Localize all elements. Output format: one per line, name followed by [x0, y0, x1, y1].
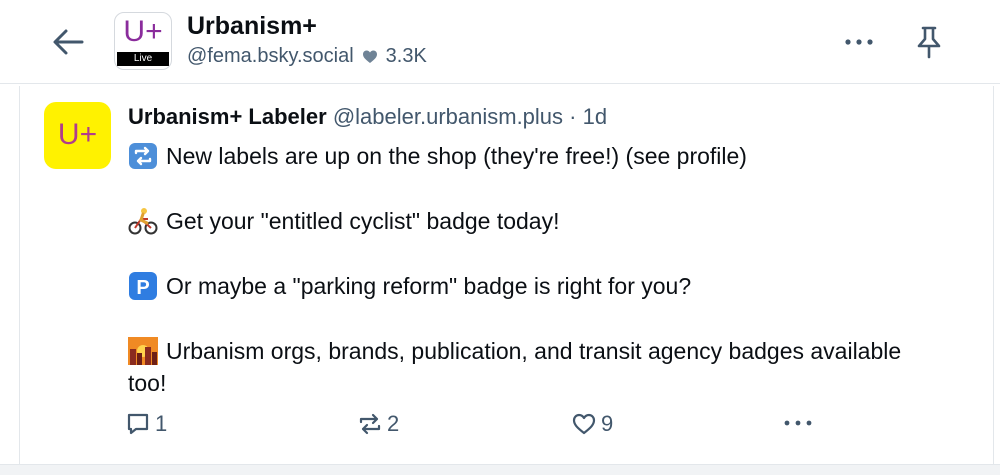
heart-icon: [362, 49, 378, 65]
post-line: P Or maybe a "parking reform" badge is r…: [128, 270, 908, 302]
feed-handle[interactable]: @fema.bsky.social: [187, 45, 354, 68]
post-header: Urbanism+ Labeler @labeler.urbanism.plus…: [128, 104, 607, 130]
time-separator: ·: [569, 104, 577, 129]
back-button[interactable]: [50, 26, 86, 58]
post[interactable]: U+ Urbanism+ Labeler @labeler.urbanism.p…: [19, 86, 994, 464]
post-actions: 1 2 9: [125, 409, 905, 445]
svg-text:P: P: [136, 277, 149, 299]
feed-header: U+ Live Urbanism+ @fema.bsky.social 3.3K: [0, 0, 1000, 84]
post-line-text: Urbanism orgs, brands, publication, and …: [128, 338, 902, 396]
repost-emoji-icon: [128, 142, 158, 170]
author-avatar-text: U+: [57, 118, 98, 151]
reply-count: 1: [155, 411, 168, 436]
cyclist-emoji-icon: [128, 207, 158, 235]
feed-avatar-text: U+: [123, 15, 163, 48]
repost-count: 2: [387, 411, 400, 436]
city-sunset-emoji-icon: [128, 337, 158, 365]
feed-title: Urbanism+: [187, 12, 317, 40]
feed-avatar[interactable]: U+ Live: [114, 12, 172, 70]
post-line-text: Get your "entitled cyclist" badge today!: [166, 208, 560, 234]
post-line-text: Or maybe a "parking reform" badge is rig…: [166, 273, 692, 299]
like-count: 9: [601, 411, 614, 436]
post-text: New labels are up on the shop (they're f…: [128, 140, 908, 399]
feed-like-count: 3.3K: [385, 45, 427, 67]
post-more-button[interactable]: [781, 411, 815, 435]
author-avatar[interactable]: U+: [44, 102, 111, 169]
feed-more-button[interactable]: [842, 30, 876, 54]
post-line-text: New labels are up on the shop (they're f…: [166, 143, 747, 169]
reply-icon: [127, 413, 149, 435]
pin-icon: [917, 26, 941, 59]
post-line: Get your "entitled cyclist" badge today!: [128, 205, 908, 237]
ellipsis-icon: [845, 39, 873, 45]
repost-button[interactable]: 2: [357, 411, 399, 437]
post-line: New labels are up on the shop (they're f…: [128, 140, 908, 172]
arrow-left-icon: [53, 29, 84, 55]
post-time[interactable]: 1d: [583, 104, 607, 129]
author-handle[interactable]: @labeler.urbanism.plus: [333, 104, 563, 129]
feed-divider: [0, 464, 1000, 475]
pin-feed-button[interactable]: [910, 24, 948, 60]
feed-subtitle: @fema.bsky.social 3.3K: [187, 45, 427, 68]
reply-button[interactable]: 1: [125, 411, 167, 437]
like-button[interactable]: 9: [571, 411, 613, 437]
post-line: Urbanism orgs, brands, publication, and …: [128, 335, 908, 399]
heart-outline-icon: [572, 413, 596, 435]
live-badge: Live: [117, 52, 169, 66]
ellipsis-icon: [784, 420, 812, 426]
author-name[interactable]: Urbanism+ Labeler: [128, 104, 327, 129]
parking-emoji-icon: P: [128, 272, 158, 300]
repost-icon: [359, 413, 381, 435]
